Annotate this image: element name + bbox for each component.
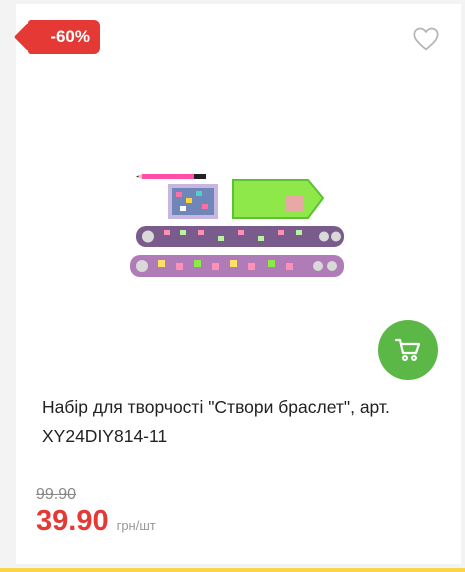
price-row: 39.90 грн/шт [36,505,156,538]
bottom-accent-bar [0,568,465,572]
add-to-cart-button[interactable] [378,320,438,380]
discount-badge: -60% [28,20,100,54]
heart-icon [413,27,439,51]
shopping-cart-icon [394,338,421,361]
current-price: 39.90 [36,505,109,537]
product-image[interactable] [128,160,356,290]
product-title[interactable]: Набір для творчості "Створи браслет", ар… [42,393,442,451]
favorite-button[interactable] [412,26,440,52]
price-unit: грн/шт [116,518,156,533]
old-price: 99.90 [36,486,77,503]
discount-badge-label: -60% [50,27,90,46]
